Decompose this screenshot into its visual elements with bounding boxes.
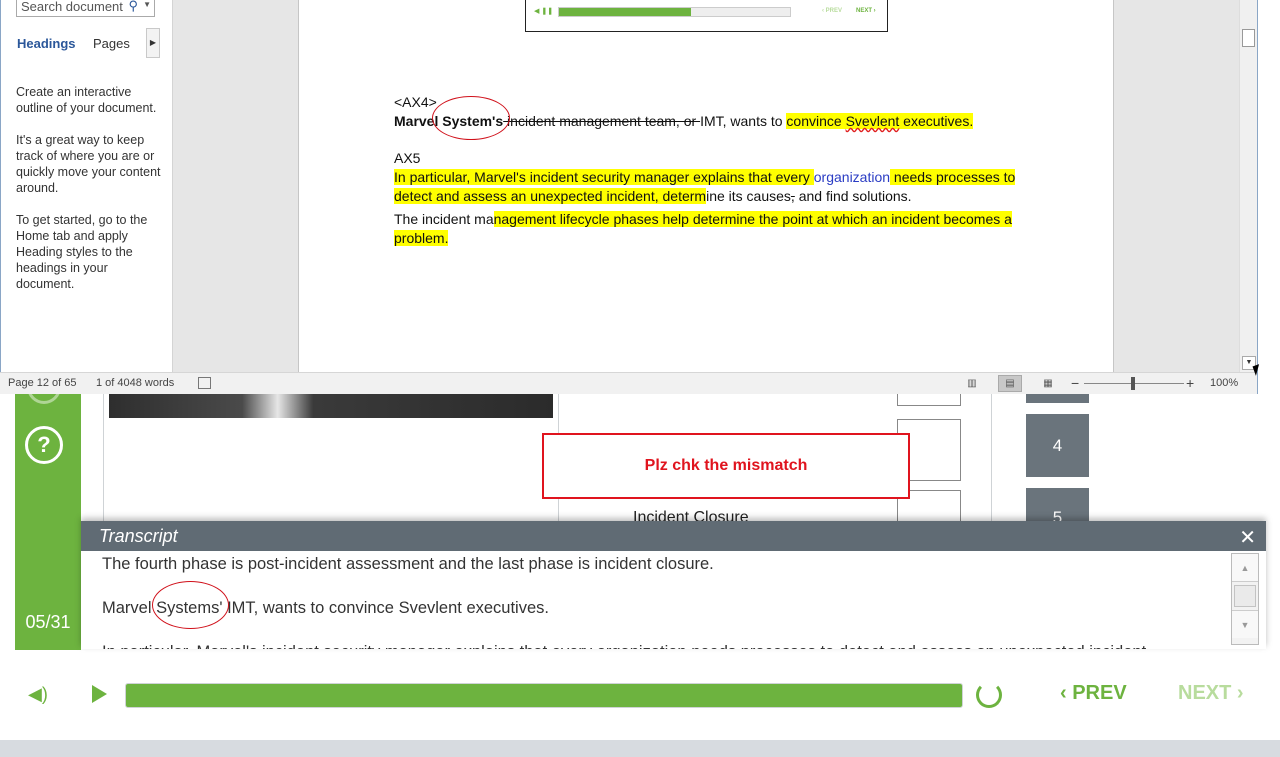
search-document-input[interactable]: Search document ⚲ ▼ — [16, 0, 155, 17]
nav-help-paragraph: It's a great way to keep track of where … — [16, 133, 161, 195]
step-box-4[interactable]: 4 — [1026, 414, 1089, 477]
read-mode-icon[interactable]: ▥ — [960, 375, 984, 392]
word-count[interactable]: 1 of 4048 words — [96, 373, 174, 393]
chevron-right-icon[interactable]: ▶ — [146, 28, 160, 58]
ax5-paragraph: In particular, Marvel's incident securit… — [394, 168, 1034, 206]
nav-help-text: Create an interactive outline of your do… — [16, 84, 164, 308]
transcript-line: Marvel Systems' IMT, wants to convince S… — [102, 599, 549, 617]
embed-next-label: NEXT › — [856, 8, 876, 14]
ax5-plain: ine its causes — [706, 188, 791, 204]
prev-label: PREV — [1072, 682, 1127, 704]
web-layout-icon[interactable]: ▦ — [1036, 375, 1060, 392]
transcript-title: Transcript — [99, 526, 178, 546]
player-controls: ◀) ‹ PREV NEXT › — [0, 664, 1280, 724]
video-frame — [103, 380, 559, 530]
navigation-pane: Search document ⚲ ▼ Headings Pages ▶ Cre… — [0, 0, 173, 372]
scroll-up-icon[interactable]: ▲ — [1232, 554, 1258, 582]
ax4-strikethrough: incident management team, or — [503, 113, 701, 129]
page-count[interactable]: Page 12 of 65 — [8, 373, 77, 393]
tab-pages[interactable]: Pages — [93, 36, 130, 51]
left-rail: ? 05/31 — [15, 360, 81, 650]
tab-headings[interactable]: Headings — [17, 36, 76, 51]
annotation-ellipse — [152, 581, 229, 629]
transcript-line: The fourth phase is post-incident assess… — [102, 555, 714, 573]
vertical-scrollbar[interactable]: ▼ — [1239, 0, 1257, 372]
play-icon[interactable] — [92, 685, 107, 703]
next-button[interactable]: NEXT › — [1178, 682, 1244, 705]
transcript-body: The fourth phase is post-incident assess… — [102, 553, 1216, 649]
ax4-misspelled: Svevlent — [845, 113, 900, 129]
next-label: NEXT — [1178, 682, 1232, 704]
replay-icon[interactable] — [976, 682, 1002, 708]
transcript-scrollbar[interactable]: ▲ ▼ — [1231, 553, 1259, 645]
player-progress-bar[interactable] — [125, 683, 963, 708]
ax4-rest: IMT, wants to — [700, 113, 787, 129]
chevron-down-icon[interactable]: ▼ — [143, 0, 151, 9]
scroll-thumb[interactable] — [1242, 29, 1255, 47]
transcript-line: In particular, Marvel's incident securit… — [102, 641, 1216, 649]
embed-progress-fill — [559, 8, 691, 16]
search-placeholder: Search document — [21, 0, 123, 14]
nav-help-paragraph: Create an interactive outline of your do… — [16, 85, 157, 115]
embed-controls-icon: ◀ ❚❚ — [534, 8, 554, 15]
nav-help-paragraph: To get started, go to the Home tab and a… — [16, 213, 148, 291]
volume-icon[interactable]: ◀) — [28, 684, 50, 704]
annotation-ellipse — [432, 96, 510, 140]
slide-counter: 05/31 — [25, 612, 71, 632]
diagram-divider — [991, 380, 992, 525]
ax5-plain: and find solutions. — [794, 188, 912, 204]
status-bar: Page 12 of 65 1 of 4048 words ▥ ▤ ▦ − + … — [0, 372, 1257, 394]
proofing-icon[interactable] — [198, 377, 211, 389]
ax5-highlight: In particular, Marvel's incident securit… — [394, 169, 814, 185]
prev-button[interactable]: ‹ PREV — [1060, 682, 1127, 705]
zoom-out-icon[interactable]: − — [1071, 373, 1079, 393]
scroll-thumb[interactable] — [1234, 585, 1256, 607]
embed-prev-label: ‹ PREV — [822, 8, 843, 14]
document-page[interactable]: ◀ ❚❚ ‹ PREV NEXT › <AX4> Marvel System's… — [298, 0, 1114, 372]
zoom-level[interactable]: 100% — [1210, 373, 1238, 393]
ax5-tag: AX5 — [394, 150, 421, 166]
p3-plain: The incident ma — [394, 211, 494, 227]
document-area: ◀ ❚❚ ‹ PREV NEXT › <AX4> Marvel System's… — [173, 0, 1239, 372]
zoom-in-icon[interactable]: + — [1186, 373, 1194, 393]
mismatch-callout: Plz chk the mismatch — [542, 433, 910, 499]
lifecycle-paragraph: The incident management lifecycle phases… — [394, 210, 1034, 248]
word-window: Search document ⚲ ▼ Headings Pages ▶ Cre… — [0, 0, 1258, 394]
print-layout-icon[interactable]: ▤ — [998, 375, 1022, 392]
player-progress-fill — [126, 684, 962, 707]
ax4-hl-text: convince — [786, 113, 846, 129]
transcript-panel: Transcript ✕ The fourth phase is post-in… — [81, 521, 1266, 649]
ax4-hl-text: executives. — [899, 113, 974, 129]
ax5-blue-word: organization — [813, 169, 891, 185]
embed-progress-bar — [558, 7, 791, 17]
zoom-slider-thumb[interactable] — [1131, 377, 1135, 390]
close-icon[interactable]: ✕ — [1239, 523, 1256, 553]
ax4-highlight: convince Svevlent executives. — [786, 113, 974, 129]
embedded-player-screenshot: ◀ ❚❚ ‹ PREV NEXT › — [525, 0, 888, 32]
search-icon[interactable]: ⚲ — [128, 0, 138, 14]
help-icon[interactable]: ? — [25, 426, 63, 464]
transcript-header: Transcript ✕ — [81, 521, 1266, 551]
scroll-down-icon[interactable]: ▼ — [1232, 610, 1258, 638]
